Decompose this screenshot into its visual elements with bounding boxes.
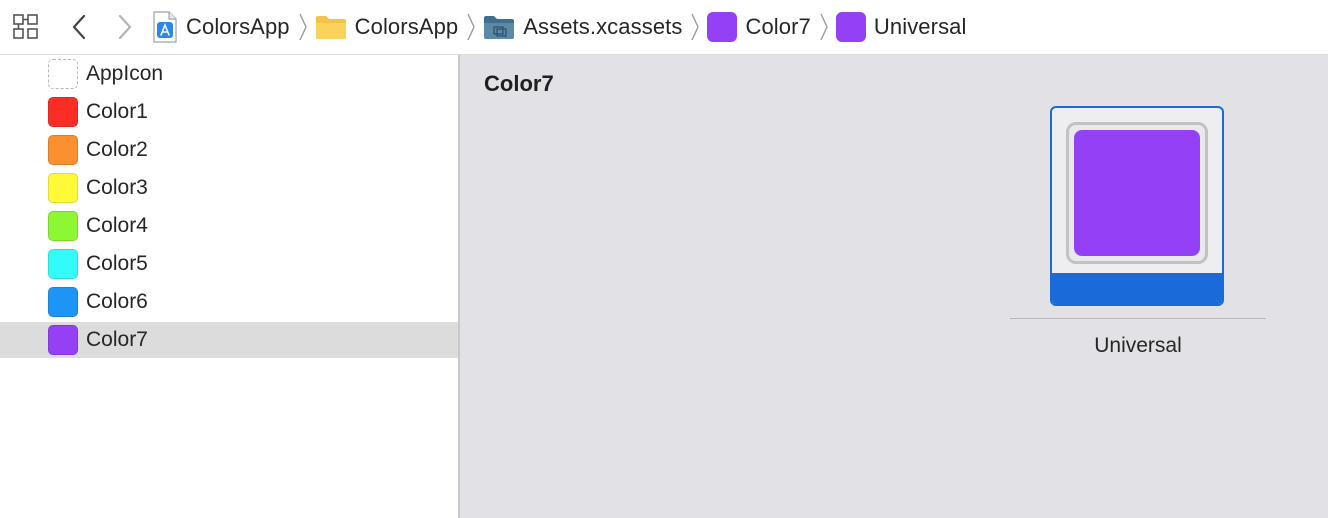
- related-items-grid-icon[interactable]: [12, 13, 40, 41]
- list-item-color2[interactable]: Color2: [0, 132, 458, 168]
- list-item-label: Color7: [86, 328, 148, 351]
- app-icon-placeholder-icon: [48, 59, 78, 89]
- slot-divider: [1010, 318, 1266, 319]
- list-item-color5[interactable]: Color5: [0, 246, 458, 282]
- list-item-color4[interactable]: Color4: [0, 208, 458, 244]
- asset-catalog-folder-icon: [483, 14, 515, 40]
- jump-bar: ColorsApp ColorsApp Assets.xcassets Colo…: [0, 0, 1328, 55]
- color-swatch-icon: [48, 211, 78, 241]
- color-set-icon: [707, 12, 738, 42]
- list-item-label: AppIcon: [86, 62, 164, 85]
- list-item-label: Color1: [86, 100, 148, 123]
- asset-editor: Color7 Universal: [460, 55, 1328, 518]
- breadcrumb-label: Color7: [745, 14, 811, 39]
- list-item-label: Color5: [86, 252, 148, 275]
- color-swatch-icon: [48, 287, 78, 317]
- list-item-color6[interactable]: Color6: [0, 284, 458, 320]
- breadcrumb-label: ColorsApp: [186, 14, 290, 39]
- breadcrumb-item-color-set[interactable]: Color7: [707, 0, 811, 54]
- color-well-universal[interactable]: [1050, 106, 1224, 306]
- breadcrumb-separator-icon: [819, 12, 829, 42]
- color-swatch-icon: [48, 249, 78, 279]
- list-item-label: Color3: [86, 176, 148, 199]
- color-swatch-icon: [835, 12, 866, 42]
- color-swatch-icon: [48, 173, 78, 203]
- color-well-inset: [1066, 122, 1208, 264]
- project-file-icon: [152, 11, 178, 43]
- appearance-slot-label: Universal: [1094, 334, 1182, 357]
- list-item-color1[interactable]: Color1: [0, 94, 458, 130]
- breadcrumb-item-appearance[interactable]: Universal: [835, 0, 967, 54]
- asset-list-sidebar: AppIcon Color1 Color2 Color3 Color4 Colo…: [0, 55, 460, 518]
- list-item-label: Color2: [86, 138, 148, 161]
- breadcrumb-separator-icon: [466, 12, 476, 42]
- selection-bar: [1052, 273, 1222, 304]
- breadcrumb-item-project[interactable]: ColorsApp: [152, 0, 290, 54]
- color-swatch-icon: [48, 325, 78, 355]
- breadcrumb: ColorsApp ColorsApp Assets.xcassets Colo…: [152, 0, 967, 54]
- breadcrumb-separator-icon: [690, 12, 700, 42]
- forward-chevron-icon[interactable]: [114, 12, 136, 42]
- asset-title: Color7: [484, 71, 554, 96]
- color-swatch-icon: [48, 97, 78, 127]
- color-swatch: [1074, 130, 1200, 256]
- breadcrumb-item-group[interactable]: ColorsApp: [315, 0, 459, 54]
- color-swatch-icon: [48, 135, 78, 165]
- breadcrumb-separator-icon: [298, 12, 308, 42]
- breadcrumb-label: Universal: [873, 14, 967, 39]
- list-item-label: Color4: [86, 214, 148, 237]
- list-item-appicon[interactable]: AppIcon: [0, 56, 458, 92]
- list-item-label: Color6: [86, 290, 148, 313]
- breadcrumb-label: Assets.xcassets: [523, 14, 683, 39]
- list-item-color7[interactable]: Color7: [0, 322, 458, 358]
- breadcrumb-item-asset-catalog[interactable]: Assets.xcassets: [483, 0, 682, 54]
- back-chevron-icon[interactable]: [68, 12, 90, 42]
- breadcrumb-label: ColorsApp: [354, 14, 459, 39]
- list-item-color3[interactable]: Color3: [0, 170, 458, 206]
- folder-icon: [315, 14, 347, 40]
